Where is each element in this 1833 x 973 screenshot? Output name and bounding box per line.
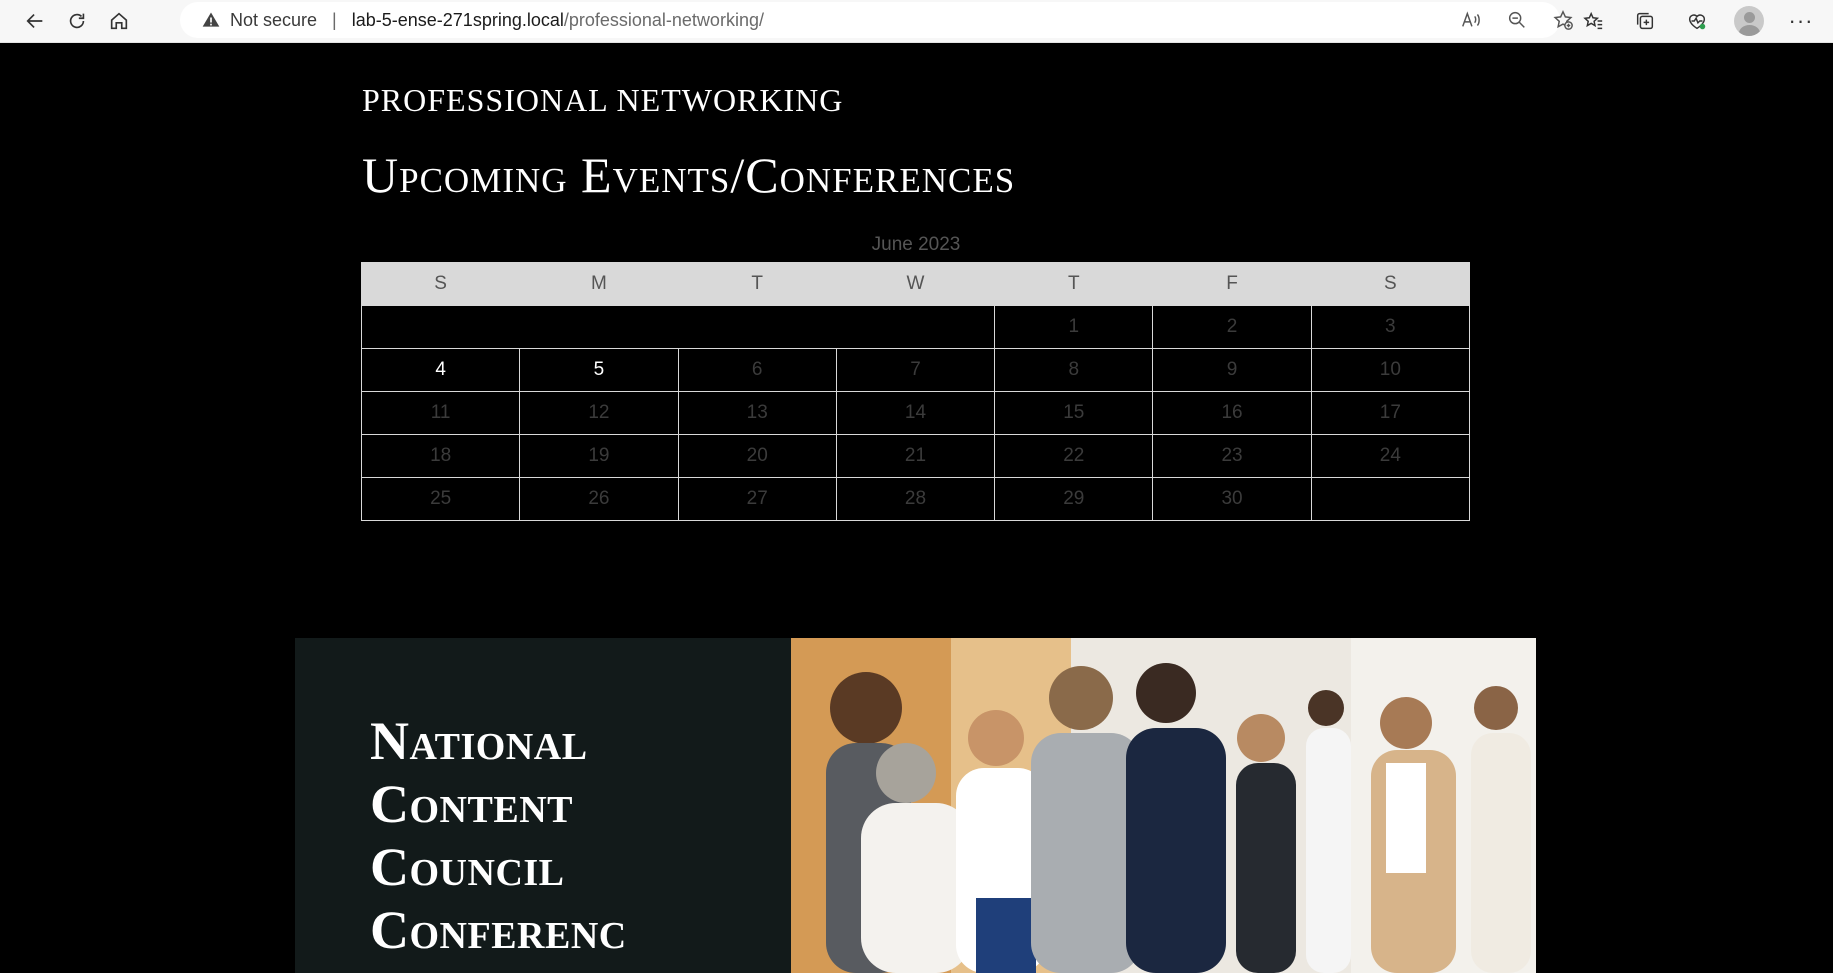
calendar-day: 12 [519, 391, 679, 435]
calendar-empty-cell [1310, 477, 1471, 521]
more-options-icon[interactable]: ··· [1781, 3, 1821, 39]
featured-event-title[interactable]: National Content Council Conferenc [370, 710, 791, 962]
weekday-thursday: T [994, 262, 1154, 306]
featured-event: National Content Council Conferenc [295, 638, 1536, 973]
browser-toolbar: Not secure | lab-5-ense-271spring.local /… [0, 0, 1833, 43]
collections-icon[interactable] [1625, 3, 1665, 39]
calendar-week-row: 18 19 20 21 22 23 24 [360, 434, 1471, 478]
url-host: lab-5-ense-271spring.local [351, 9, 564, 30]
calendar-day: 23 [1152, 434, 1312, 478]
calendar-week-row: 25 26 27 28 29 30 [360, 477, 1471, 521]
calendar-day: 8 [994, 348, 1154, 392]
calendar-day-event[interactable]: 4 [360, 348, 521, 392]
address-bar-actions [1451, 2, 1583, 38]
calendar-day: 7 [835, 348, 996, 392]
calendar-weekday-row: S M T W T F S [360, 262, 1471, 306]
calendar-day: 27 [677, 477, 837, 521]
security-status[interactable]: Not secure [230, 10, 317, 31]
featured-event-title-line: Conferenc [370, 900, 627, 960]
calendar-day: 22 [994, 434, 1154, 478]
featured-event-title-line: Content [370, 774, 573, 834]
featured-event-panel: National Content Council Conferenc [295, 638, 791, 973]
calendar-day: 24 [1310, 434, 1471, 478]
calendar-body: 1 2 3 4 5 6 7 8 9 10 11 12 13 14 15 16 17 18 19 20 21 22 23 24 2… [360, 305, 1471, 521]
calendar-week-row: 11 12 13 14 15 16 17 [360, 391, 1471, 435]
calendar-day: 29 [994, 477, 1154, 521]
warning-icon[interactable] [200, 9, 222, 31]
weekday-monday: M [519, 262, 679, 306]
calendar-day: 9 [1152, 348, 1312, 392]
featured-event-photo [791, 638, 1536, 973]
favorites-icon[interactable] [1573, 3, 1613, 39]
calendar-day: 25 [360, 477, 521, 521]
calendar-day: 10 [1310, 348, 1471, 392]
calendar-day: 16 [1152, 391, 1312, 435]
calendar-day: 3 [1310, 305, 1471, 349]
calendar-day: 6 [677, 348, 837, 392]
calendar-day: 1 [994, 305, 1154, 349]
health-icon[interactable] [1677, 3, 1717, 39]
events-calendar: S M T W T F S 1 2 3 4 5 6 7 8 9 10 11 12 13 14 15 16 17 1… [360, 262, 1471, 521]
address-bar[interactable]: Not secure | lab-5-ense-271spring.local /… [180, 2, 1560, 38]
weekday-friday: F [1152, 262, 1312, 306]
calendar-day: 17 [1310, 391, 1471, 435]
networking-photo-illustration [791, 638, 1536, 973]
calendar-day: 15 [994, 391, 1154, 435]
calendar-day: 20 [677, 434, 837, 478]
page-content: PROFESSIONAL NETWORKING Upcoming Events/… [0, 44, 1833, 973]
featured-event-title-line: National [370, 711, 588, 771]
calendar-caption: June 2023 [871, 234, 961, 255]
refresh-icon[interactable] [56, 3, 98, 39]
calendar-day: 14 [835, 391, 996, 435]
calendar-empty-cell [360, 305, 996, 349]
page-heading: Upcoming Events/Conferences [362, 147, 1016, 203]
site-title[interactable]: PROFESSIONAL NETWORKING [362, 82, 843, 119]
address-separator: | [332, 9, 337, 30]
home-icon[interactable] [98, 3, 140, 39]
calendar-day: 18 [360, 434, 521, 478]
weekday-wednesday: W [835, 262, 996, 306]
calendar-day: 28 [835, 477, 996, 521]
calendar-day-event[interactable]: 5 [519, 348, 679, 392]
browser-actions: ··· [1573, 3, 1821, 39]
weekday-saturday: S [1310, 262, 1471, 306]
read-aloud-icon[interactable] [1451, 2, 1491, 38]
weekday-tuesday: T [677, 262, 837, 306]
calendar-week-row: 123 [360, 305, 1471, 349]
back-icon[interactable] [14, 3, 56, 39]
avatar [1734, 6, 1764, 36]
calendar-day: 19 [519, 434, 679, 478]
zoom-out-icon[interactable] [1497, 2, 1537, 38]
calendar-week-row: 4 5 6 7 8 9 10 [360, 348, 1471, 392]
profile-avatar[interactable] [1729, 3, 1769, 39]
calendar-day: 13 [677, 391, 837, 435]
calendar-day: 30 [1152, 477, 1312, 521]
weekday-sunday: S [360, 262, 521, 306]
calendar-day: 21 [835, 434, 996, 478]
url-path: /professional-networking/ [563, 9, 764, 30]
featured-event-title-line: Council [370, 837, 565, 897]
calendar-day: 11 [360, 391, 521, 435]
calendar-day: 2 [1152, 305, 1312, 349]
calendar-day: 26 [519, 477, 679, 521]
